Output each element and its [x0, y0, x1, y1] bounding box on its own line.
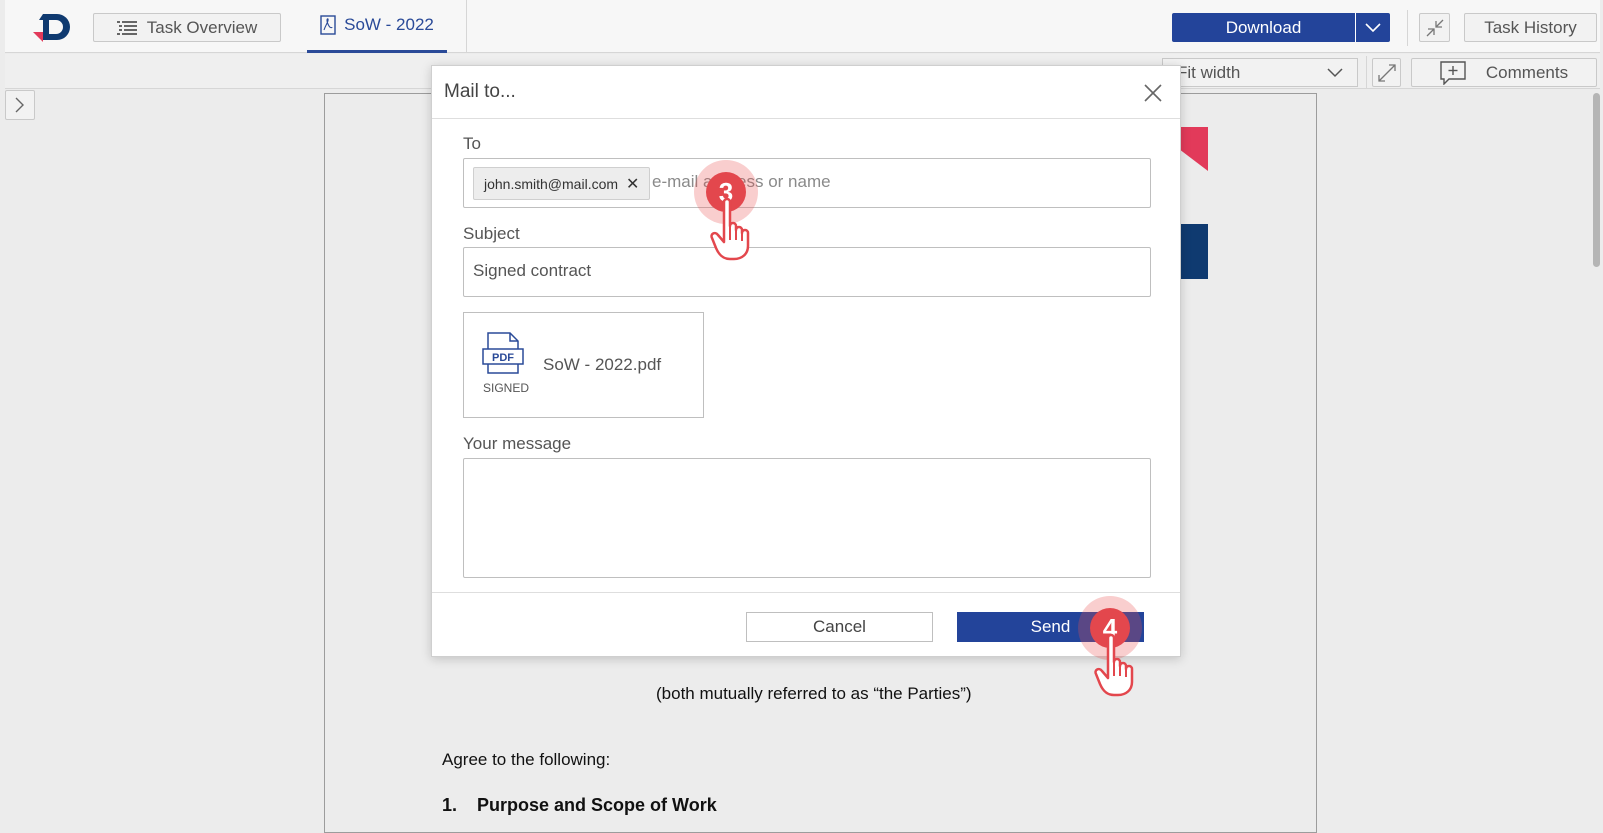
collapse-button[interactable]	[1419, 13, 1450, 42]
pointer-hand-icon	[1094, 633, 1134, 697]
section-heading: Purpose and Scope of Work	[477, 795, 717, 815]
close-icon[interactable]	[1142, 82, 1164, 104]
document-text: (both mutually referred to as “the Parti…	[656, 684, 972, 703]
dialog-title: Mail to...	[444, 81, 516, 102]
tab-sow-2022[interactable]: SoW - 2022	[307, 0, 447, 53]
to-field[interactable]: john.smith@mail.com ✕	[463, 158, 1151, 208]
attachment-name: SoW - 2022.pdf	[543, 355, 662, 374]
subject-input[interactable]	[471, 260, 1131, 282]
scrollbar[interactable]	[1593, 93, 1600, 267]
download-options-button[interactable]	[1356, 13, 1390, 42]
expand-icon	[1377, 63, 1396, 82]
remove-recipient-icon[interactable]: ✕	[626, 174, 639, 194]
comments-label: Comments	[1485, 62, 1569, 82]
task-overview-label: Task Overview	[146, 17, 258, 37]
pdf-file-icon	[320, 15, 336, 35]
cancel-button[interactable]: Cancel	[746, 612, 933, 642]
recipient-email: john.smith@mail.com	[484, 175, 619, 192]
divider	[1407, 10, 1408, 46]
cancel-label: Cancel	[813, 617, 866, 636]
dialog-footer: Cancel Send	[432, 592, 1180, 658]
chevron-down-icon	[1327, 67, 1343, 77]
fullscreen-button[interactable]	[1372, 58, 1401, 87]
sidebar-toggle-button[interactable]	[5, 90, 35, 120]
message-label: Your message	[463, 434, 572, 453]
divider	[466, 0, 467, 53]
collapse-icon	[1426, 19, 1443, 36]
comments-button[interactable]: Comments	[1411, 58, 1597, 87]
download-button[interactable]: Download	[1172, 13, 1356, 42]
send-label: Send	[1030, 617, 1071, 636]
document-text: Agree to the following:	[442, 750, 611, 769]
subject-field[interactable]	[463, 247, 1151, 297]
to-label: To	[463, 134, 481, 153]
pdf-document-icon: PDF	[482, 332, 524, 374]
add-comment-icon	[1440, 60, 1466, 85]
attachment-status: SIGNED	[483, 381, 530, 395]
tab-label: SoW - 2022	[344, 15, 434, 34]
chevron-down-icon	[1365, 22, 1381, 32]
zoom-selected-value: Fit width	[1177, 62, 1241, 82]
dialog-header: Mail to...	[432, 66, 1180, 119]
subject-label: Subject	[463, 224, 520, 243]
zoom-select[interactable]: Fit width	[1162, 58, 1358, 87]
attachment-card[interactable]: PDF SIGNED SoW - 2022.pdf	[463, 312, 704, 418]
mail-dialog: Mail to... To john.smith@mail.com ✕ Subj…	[431, 65, 1181, 657]
message-textarea[interactable]	[463, 458, 1151, 578]
divider	[1366, 56, 1367, 88]
download-label: Download	[1225, 17, 1302, 37]
section-number: 1.	[442, 795, 458, 815]
list-icon	[116, 20, 137, 35]
recipient-chip: john.smith@mail.com ✕	[473, 167, 651, 200]
chevron-right-icon	[15, 97, 24, 113]
task-history-label: Task History	[1484, 17, 1577, 37]
pdf-icon-label: PDF	[492, 352, 514, 364]
task-overview-button[interactable]: Task Overview	[93, 13, 281, 42]
pointer-hand-icon	[710, 197, 750, 261]
download-split-button[interactable]: Download	[1172, 13, 1390, 42]
task-history-button[interactable]: Task History	[1464, 13, 1597, 42]
app-logo	[33, 14, 70, 42]
